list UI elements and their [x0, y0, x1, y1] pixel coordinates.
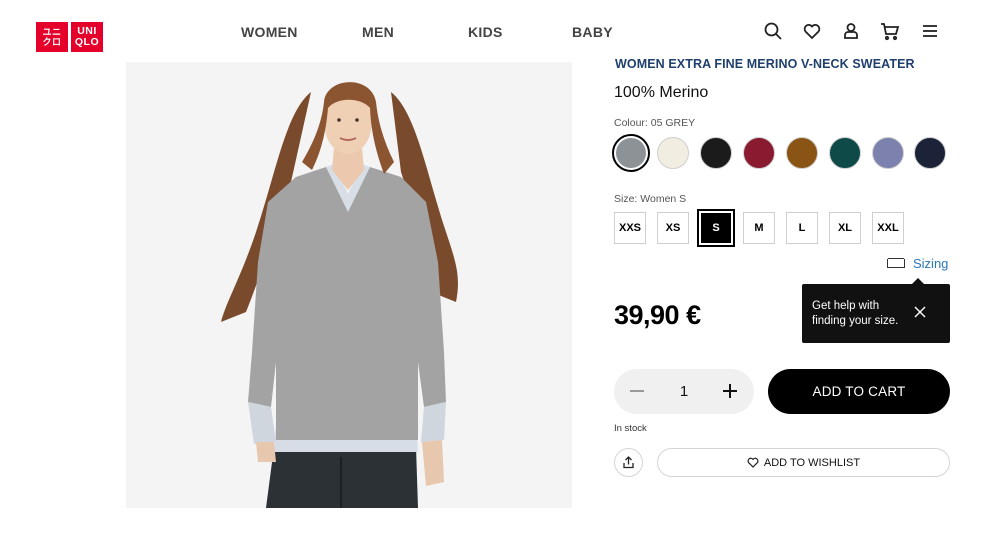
- sizing-link[interactable]: Sizing: [887, 256, 948, 271]
- size-s[interactable]: S: [697, 209, 735, 247]
- quantity-stepper: 1: [614, 369, 754, 414]
- add-to-cart-button[interactable]: ADD TO CART: [768, 369, 950, 414]
- logo-block-left: ユニ クロ: [36, 22, 68, 52]
- size-m[interactable]: M: [743, 212, 775, 244]
- quantity-value[interactable]: 1: [674, 383, 694, 400]
- swatch-black[interactable]: [700, 137, 732, 169]
- tooltip-text: Get help with finding your size.: [812, 300, 899, 327]
- product-material: 100% Merino: [614, 84, 709, 101]
- nav-women[interactable]: WOMEN: [241, 24, 298, 40]
- size-xl[interactable]: XL: [829, 212, 861, 244]
- swatch-wine[interactable]: [743, 137, 775, 169]
- swatch-green[interactable]: [829, 137, 861, 169]
- size-xs[interactable]: XS: [657, 212, 689, 244]
- swatch-navy[interactable]: [914, 137, 946, 169]
- share-button[interactable]: [614, 448, 643, 477]
- sizing-link-label: Sizing: [913, 256, 949, 271]
- heart-outline-icon: [747, 457, 759, 468]
- add-to-wishlist-button[interactable]: ADD TO WISHLIST: [657, 448, 950, 477]
- cart-icon[interactable]: [879, 20, 901, 42]
- model-photo: [126, 62, 572, 508]
- product-title: WOMEN EXTRA FINE MERINO V-NECK SWEATER: [615, 57, 915, 71]
- stock-status: In stock: [614, 423, 647, 434]
- close-icon[interactable]: [914, 306, 926, 318]
- nav-men[interactable]: MEN: [362, 24, 394, 40]
- swatch-brown[interactable]: [786, 137, 818, 169]
- price: 39,90 €: [614, 300, 701, 330]
- size-help-tooltip: Get help with finding your size.: [802, 278, 950, 343]
- search-icon[interactable]: [762, 20, 784, 42]
- ruler-icon: [887, 258, 905, 268]
- colour-swatches: [612, 134, 952, 174]
- nav-kids[interactable]: KIDS: [468, 24, 503, 40]
- product-image[interactable]: [126, 62, 572, 508]
- logo-text-bottom: QLO: [74, 36, 100, 48]
- heart-icon[interactable]: [801, 20, 823, 42]
- uniqlo-logo[interactable]: ユニ クロ UNI QLO: [36, 22, 103, 52]
- minus-icon[interactable]: [630, 390, 644, 392]
- size-xxs[interactable]: XXS: [614, 212, 646, 244]
- user-icon[interactable]: [840, 20, 862, 42]
- menu-icon[interactable]: [919, 20, 941, 42]
- share-icon: [623, 456, 634, 469]
- size-label: Size: Women S: [614, 193, 687, 205]
- swatch-grey[interactable]: [612, 134, 650, 172]
- wishlist-label: ADD TO WISHLIST: [763, 456, 861, 469]
- size-xxl[interactable]: XXL: [872, 212, 904, 244]
- nav-baby[interactable]: BABY: [572, 24, 613, 40]
- colour-label: Colour: 05 GREY: [614, 117, 696, 129]
- swatch-cream[interactable]: [657, 137, 689, 169]
- plus-icon[interactable]: [723, 384, 737, 398]
- size-l[interactable]: L: [786, 212, 818, 244]
- size-s-label: S: [701, 213, 731, 243]
- logo-block-right: UNI QLO: [71, 22, 103, 52]
- swatch-lavender[interactable]: [872, 137, 904, 169]
